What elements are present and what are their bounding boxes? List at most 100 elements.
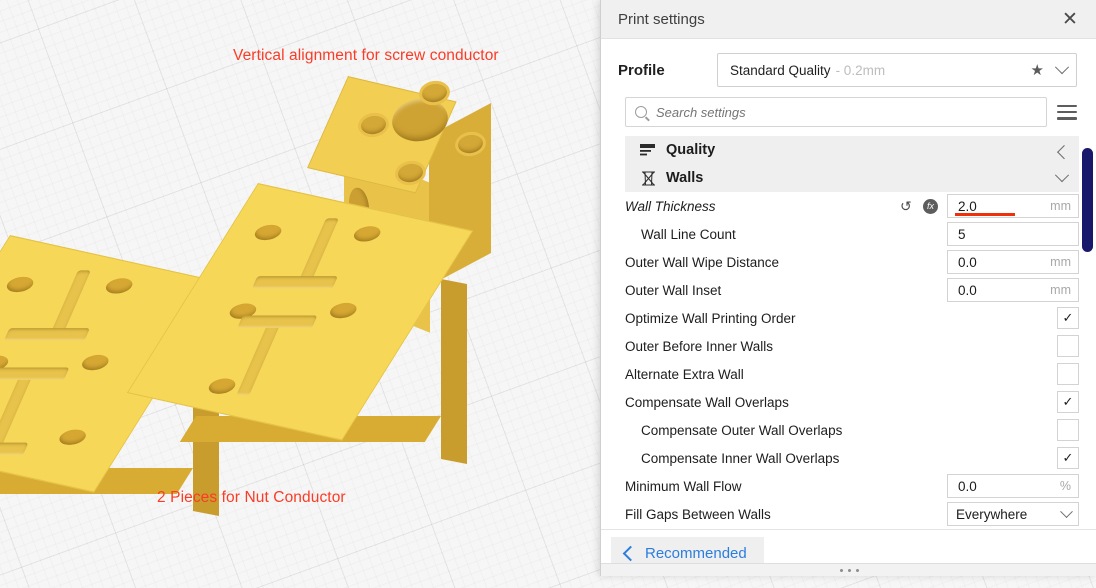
plate-channel	[298, 218, 339, 282]
panel-title-bar: Print settings ✕	[601, 0, 1096, 39]
setting-select-value: Everywhere	[956, 506, 1028, 522]
setting-value-input[interactable]	[956, 225, 1071, 243]
plate-channel	[0, 367, 70, 380]
plate-hole	[79, 354, 112, 371]
profile-label: Profile	[618, 61, 665, 79]
annotation-bottom: 2 Pieces for Nut Conductor	[157, 489, 346, 506]
category-quality-label: Quality	[666, 142, 716, 158]
setting-row[interactable]: Alternate Extra Wall	[625, 360, 1096, 388]
value-highlight-underline	[955, 213, 1015, 216]
chevron-down-icon[interactable]	[1054, 60, 1070, 75]
profile-name: Standard Quality	[730, 62, 831, 78]
quality-icon	[637, 143, 659, 157]
setting-unit: mm	[1050, 255, 1071, 269]
category-walls[interactable]: Walls	[625, 164, 1079, 192]
settings-list[interactable]: Quality Walls Wall Thickness ↺ fx 2.0 mm…	[601, 136, 1096, 529]
plate-hole	[56, 429, 89, 445]
model-mold-plates[interactable]	[0, 175, 630, 517]
category-quality[interactable]: Quality	[625, 136, 1079, 164]
settings-list-inner: Quality Walls Wall Thickness ↺ fx 2.0 mm…	[625, 136, 1096, 528]
plate-channel	[236, 321, 282, 396]
setting-row[interactable]: Outer Before Inner Walls	[625, 332, 1096, 360]
profile-row: Profile Standard Quality - 0.2mm ★	[601, 39, 1096, 87]
setting-label: Compensate Inner Wall Overlaps	[641, 450, 840, 466]
search-box[interactable]	[625, 97, 1047, 127]
setting-label: Outer Wall Wipe Distance	[625, 254, 780, 270]
setting-row[interactable]: Optimize Wall Printing Order ✓	[625, 304, 1096, 332]
setting-row[interactable]: Outer Wall Inset mm	[625, 276, 1096, 304]
chevron-down-icon[interactable]	[1060, 504, 1073, 518]
setting-unit: mm	[1050, 283, 1071, 297]
settings-scrollbar[interactable]	[1082, 148, 1093, 529]
setting-value-input[interactable]	[956, 253, 1051, 271]
close-icon[interactable]: ✕	[1057, 6, 1083, 32]
setting-value-field[interactable]: mm	[947, 250, 1079, 274]
setting-label: Alternate Extra Wall	[625, 366, 744, 382]
chevron-down-icon[interactable]	[1054, 168, 1070, 183]
plate-channel	[0, 373, 34, 448]
plate-channel	[237, 315, 318, 328]
setting-row[interactable]: Outer Wall Wipe Distance mm	[625, 248, 1096, 276]
setting-label: Wall Line Count	[641, 226, 736, 242]
search-icon	[635, 106, 647, 118]
plate-channel	[50, 270, 91, 334]
search-input[interactable]	[654, 103, 1037, 121]
setting-label: Outer Wall Inset	[625, 282, 722, 298]
setting-checkbox[interactable]: ✓	[1057, 447, 1079, 469]
setting-row[interactable]: Fill Gaps Between Walls Everywhere	[625, 500, 1096, 528]
setting-row[interactable]: Compensate Inner Wall Overlaps ✓	[625, 444, 1096, 472]
setting-label: Compensate Wall Overlaps	[625, 394, 789, 410]
revert-icon[interactable]: ↺	[900, 199, 914, 213]
setting-value-input[interactable]	[956, 197, 1051, 215]
setting-checkbox[interactable]	[1057, 419, 1079, 441]
setting-select[interactable]: Everywhere	[947, 502, 1079, 526]
plate-channel	[252, 276, 338, 289]
chevron-left-icon[interactable]	[1057, 145, 1072, 160]
setting-value-field[interactable]: %	[947, 474, 1079, 498]
setting-row[interactable]: Minimum Wall Flow %	[625, 472, 1096, 500]
setting-checkbox[interactable]	[1057, 363, 1079, 385]
profile-selector[interactable]: Standard Quality - 0.2mm ★	[717, 53, 1077, 87]
panel-resize-handle[interactable]	[601, 563, 1096, 576]
setting-label: Minimum Wall Flow	[625, 478, 742, 494]
annotation-top: Vertical alignment for screw conductor	[233, 47, 499, 64]
plate-hole	[351, 226, 384, 242]
chevron-left-icon	[622, 545, 639, 561]
star-icon[interactable]: ★	[1031, 61, 1044, 79]
setting-value-input[interactable]	[956, 477, 1060, 495]
plate-hole	[251, 224, 285, 241]
setting-row[interactable]: Compensate Wall Overlaps ✓	[625, 388, 1096, 416]
setting-label: Fill Gaps Between Walls	[625, 506, 771, 522]
setting-label: Optimize Wall Printing Order	[625, 310, 796, 326]
plate-channel	[0, 442, 29, 455]
profile-sublabel: - 0.2mm	[835, 62, 886, 78]
setting-row[interactable]: Compensate Outer Wall Overlaps	[625, 416, 1096, 444]
walls-icon	[637, 171, 659, 186]
setting-value-field[interactable]: mm	[947, 194, 1079, 218]
setting-checkbox[interactable]: ✓	[1057, 307, 1079, 329]
setting-row[interactable]: Wall Line Count	[625, 220, 1096, 248]
recommended-button-label: Recommended	[645, 544, 747, 562]
setting-checkbox[interactable]: ✓	[1057, 391, 1079, 413]
setting-value-field[interactable]	[947, 222, 1079, 246]
setting-label: Compensate Outer Wall Overlaps	[641, 422, 843, 438]
setting-value-field[interactable]: mm	[947, 278, 1079, 302]
formula-icon[interactable]: fx	[923, 198, 938, 214]
plate-hole	[327, 302, 360, 319]
setting-unit: mm	[1050, 199, 1071, 213]
settings-menu-icon[interactable]	[1057, 104, 1077, 120]
plate-hole	[205, 378, 239, 394]
plate-side-face	[441, 279, 467, 465]
setting-value-input[interactable]	[956, 281, 1051, 299]
setting-row[interactable]: Wall Thickness ↺ fx mm	[625, 192, 1096, 220]
plate-top-face	[126, 183, 474, 441]
scrollbar-thumb[interactable]	[1082, 148, 1093, 252]
plate-hole	[103, 278, 136, 294]
search-row	[601, 87, 1096, 136]
print-settings-panel: Print settings ✕ Profile Standard Qualit…	[600, 0, 1096, 576]
plate-hole	[3, 276, 37, 293]
category-walls-label: Walls	[666, 170, 704, 186]
setting-checkbox[interactable]	[1057, 335, 1079, 357]
plate-channel	[4, 328, 90, 341]
setting-label: Outer Before Inner Walls	[625, 338, 774, 354]
